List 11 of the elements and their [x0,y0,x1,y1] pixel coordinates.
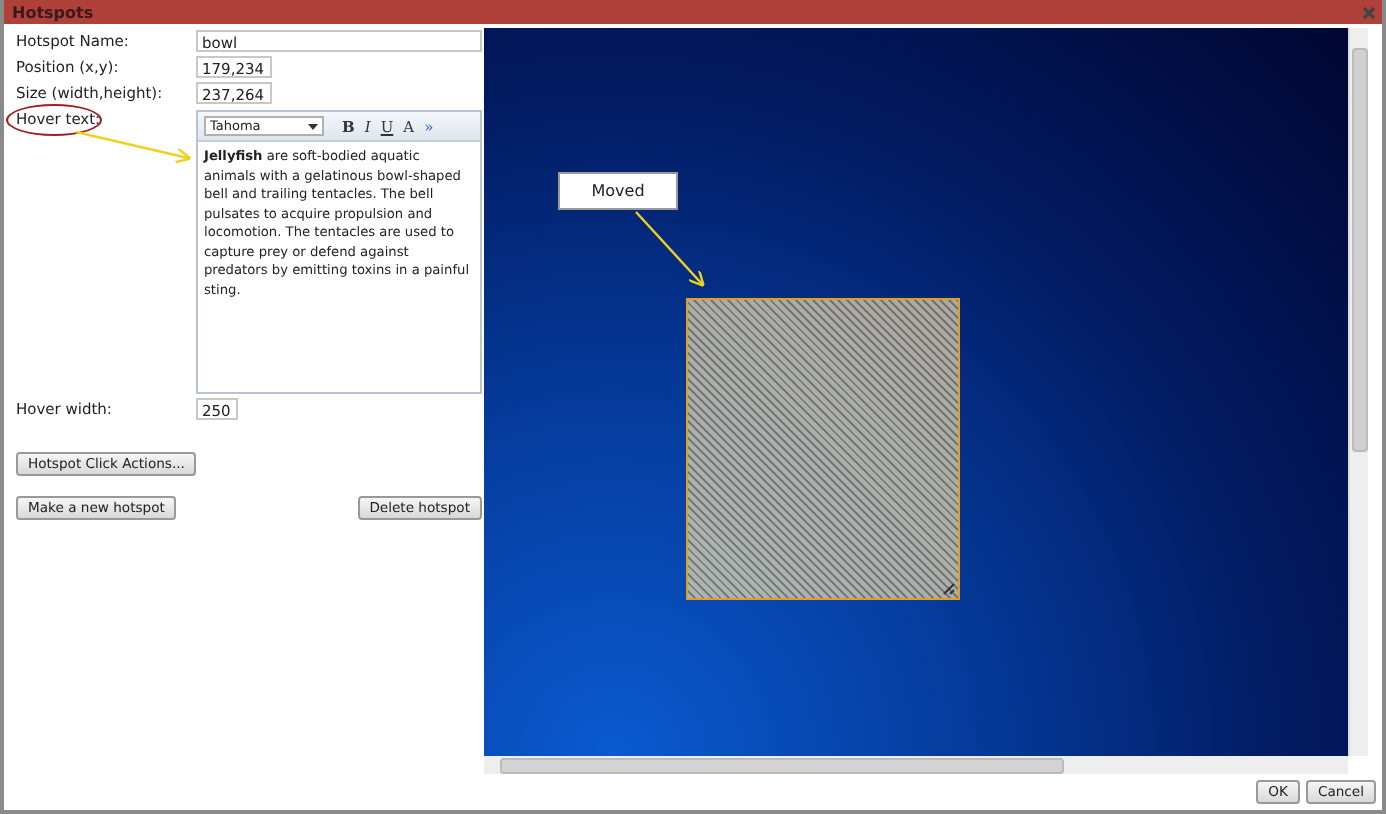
annotation-callout: Moved [558,172,678,210]
highlight-ellipse [6,104,102,136]
rich-text-editor[interactable] [196,110,482,394]
resize-handle-icon[interactable] [942,582,956,596]
vertical-scrollbar[interactable] [1348,28,1368,756]
annotation-arrow [635,211,705,287]
window-title: Hotspots [12,3,94,21]
annotation-arrow [75,130,192,164]
close-icon[interactable] [1362,5,1376,19]
horizontal-scrollbar[interactable] [484,756,1348,774]
caret-icon [308,123,318,129]
